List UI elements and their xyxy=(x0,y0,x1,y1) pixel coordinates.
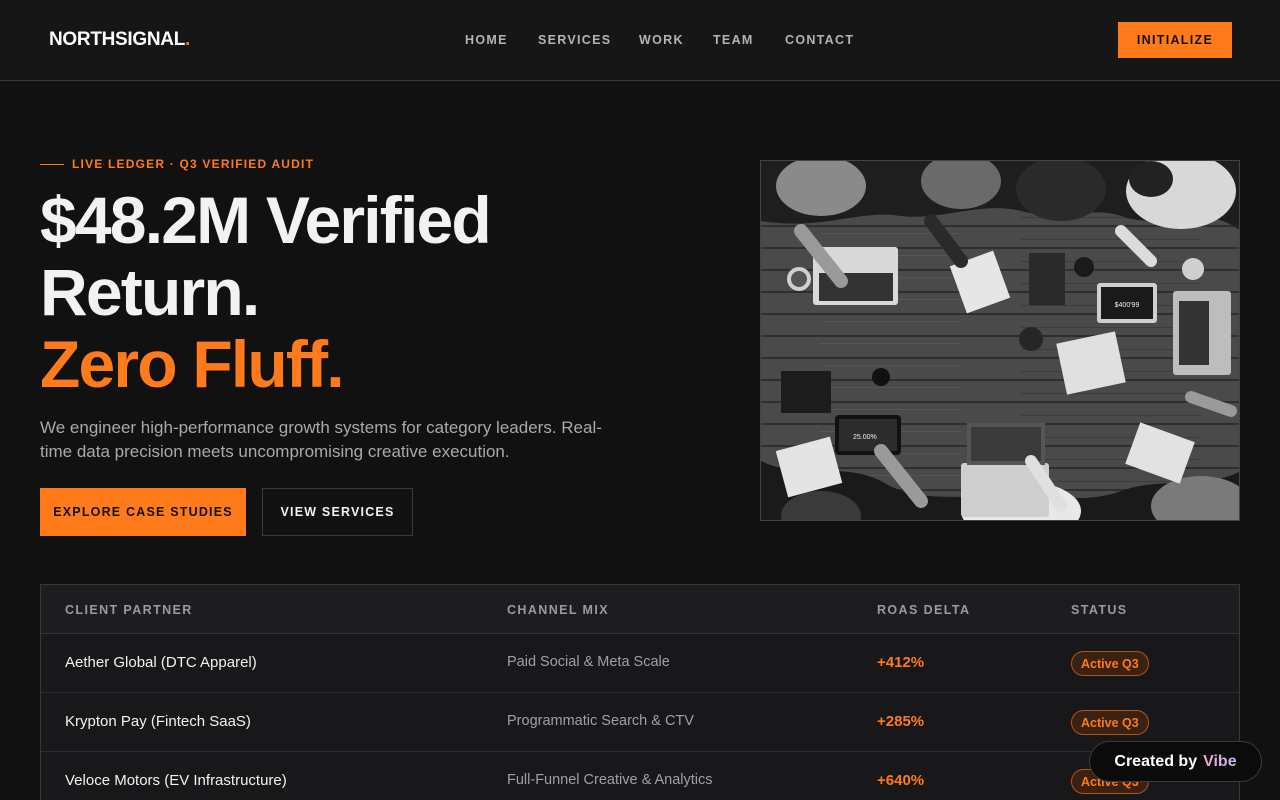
table-row[interactable]: Aether Global (DTC Apparel) Paid Social … xyxy=(41,634,1239,693)
col-channel-mix: CHANNEL MIX xyxy=(507,603,609,617)
nav-work[interactable]: WORK xyxy=(639,33,684,47)
main-nav: HOME SERVICES WORK TEAM CONTACT xyxy=(0,33,1280,49)
client-name: Veloce Motors (EV Infrastructure) xyxy=(65,772,287,789)
table-row[interactable]: Veloce Motors (EV Infrastructure) Full-F… xyxy=(41,752,1239,800)
hero-eyebrow: LIVE LEDGER · Q3 VERIFIED AUDIT xyxy=(40,156,314,172)
headline-line-2: Return. xyxy=(40,255,260,329)
created-by-label: Created by xyxy=(1114,752,1198,770)
case-studies-table: CLIENT PARTNER CHANNEL MIX ROAS DELTA ST… xyxy=(40,584,1240,800)
nav-home[interactable]: HOME xyxy=(465,33,508,47)
headline-line-1: $48.2M Verified xyxy=(40,183,492,257)
explore-case-studies-button[interactable]: EXPLORE CASE STUDIES xyxy=(40,488,246,536)
hero-photo: $400'99 25.00% xyxy=(760,160,1240,521)
roas-delta: +285% xyxy=(877,713,925,730)
created-by-vibe-badge[interactable]: Created by Vibe xyxy=(1089,741,1262,782)
nav-services[interactable]: SERVICES xyxy=(538,33,611,47)
tablet-percent-readout: 25.00% xyxy=(853,434,877,441)
table-header: CLIENT PARTNER CHANNEL MIX ROAS DELTA ST… xyxy=(41,585,1239,634)
tablet-screen-readout: $400'99 xyxy=(1115,302,1140,309)
channel-mix: Paid Social & Meta Scale xyxy=(507,654,670,670)
channel-mix: Full-Funnel Creative & Analytics xyxy=(507,772,713,788)
eyebrow-rule xyxy=(40,163,64,165)
hero-headline: $48.2M Verified Return. Zero Fluff. xyxy=(40,184,720,400)
client-name: Krypton Pay (Fintech SaaS) xyxy=(65,713,251,730)
site-header: NORTHSIGNAL. HOME SERVICES WORK TEAM CON… xyxy=(0,0,1280,81)
channel-mix: Programmatic Search & CTV xyxy=(507,713,694,729)
client-name: Aether Global (DTC Apparel) xyxy=(65,654,257,671)
nav-contact[interactable]: CONTACT xyxy=(785,33,854,47)
vibe-brand: Vibe xyxy=(1203,752,1237,770)
status-badge: Active Q3 xyxy=(1071,651,1149,676)
status-badge: Active Q3 xyxy=(1071,710,1149,735)
col-roas-delta: ROAS DELTA xyxy=(877,603,971,617)
eyebrow-text: LIVE LEDGER · Q3 VERIFIED AUDIT xyxy=(72,157,315,171)
table-row[interactable]: Krypton Pay (Fintech SaaS) Programmatic … xyxy=(41,693,1239,752)
nav-team[interactable]: TEAM xyxy=(713,33,754,47)
roas-delta: +412% xyxy=(877,654,925,671)
initialize-button[interactable]: INITIALIZE xyxy=(1118,22,1232,58)
hero-subtext: We engineer high-performance growth syst… xyxy=(40,418,602,461)
roas-delta: +640% xyxy=(877,772,925,789)
view-services-button[interactable]: VIEW SERVICES xyxy=(262,488,413,536)
col-status: STATUS xyxy=(1071,603,1128,617)
col-client-partner: CLIENT PARTNER xyxy=(65,603,193,617)
headline-accent: Zero Fluff. xyxy=(40,327,345,401)
